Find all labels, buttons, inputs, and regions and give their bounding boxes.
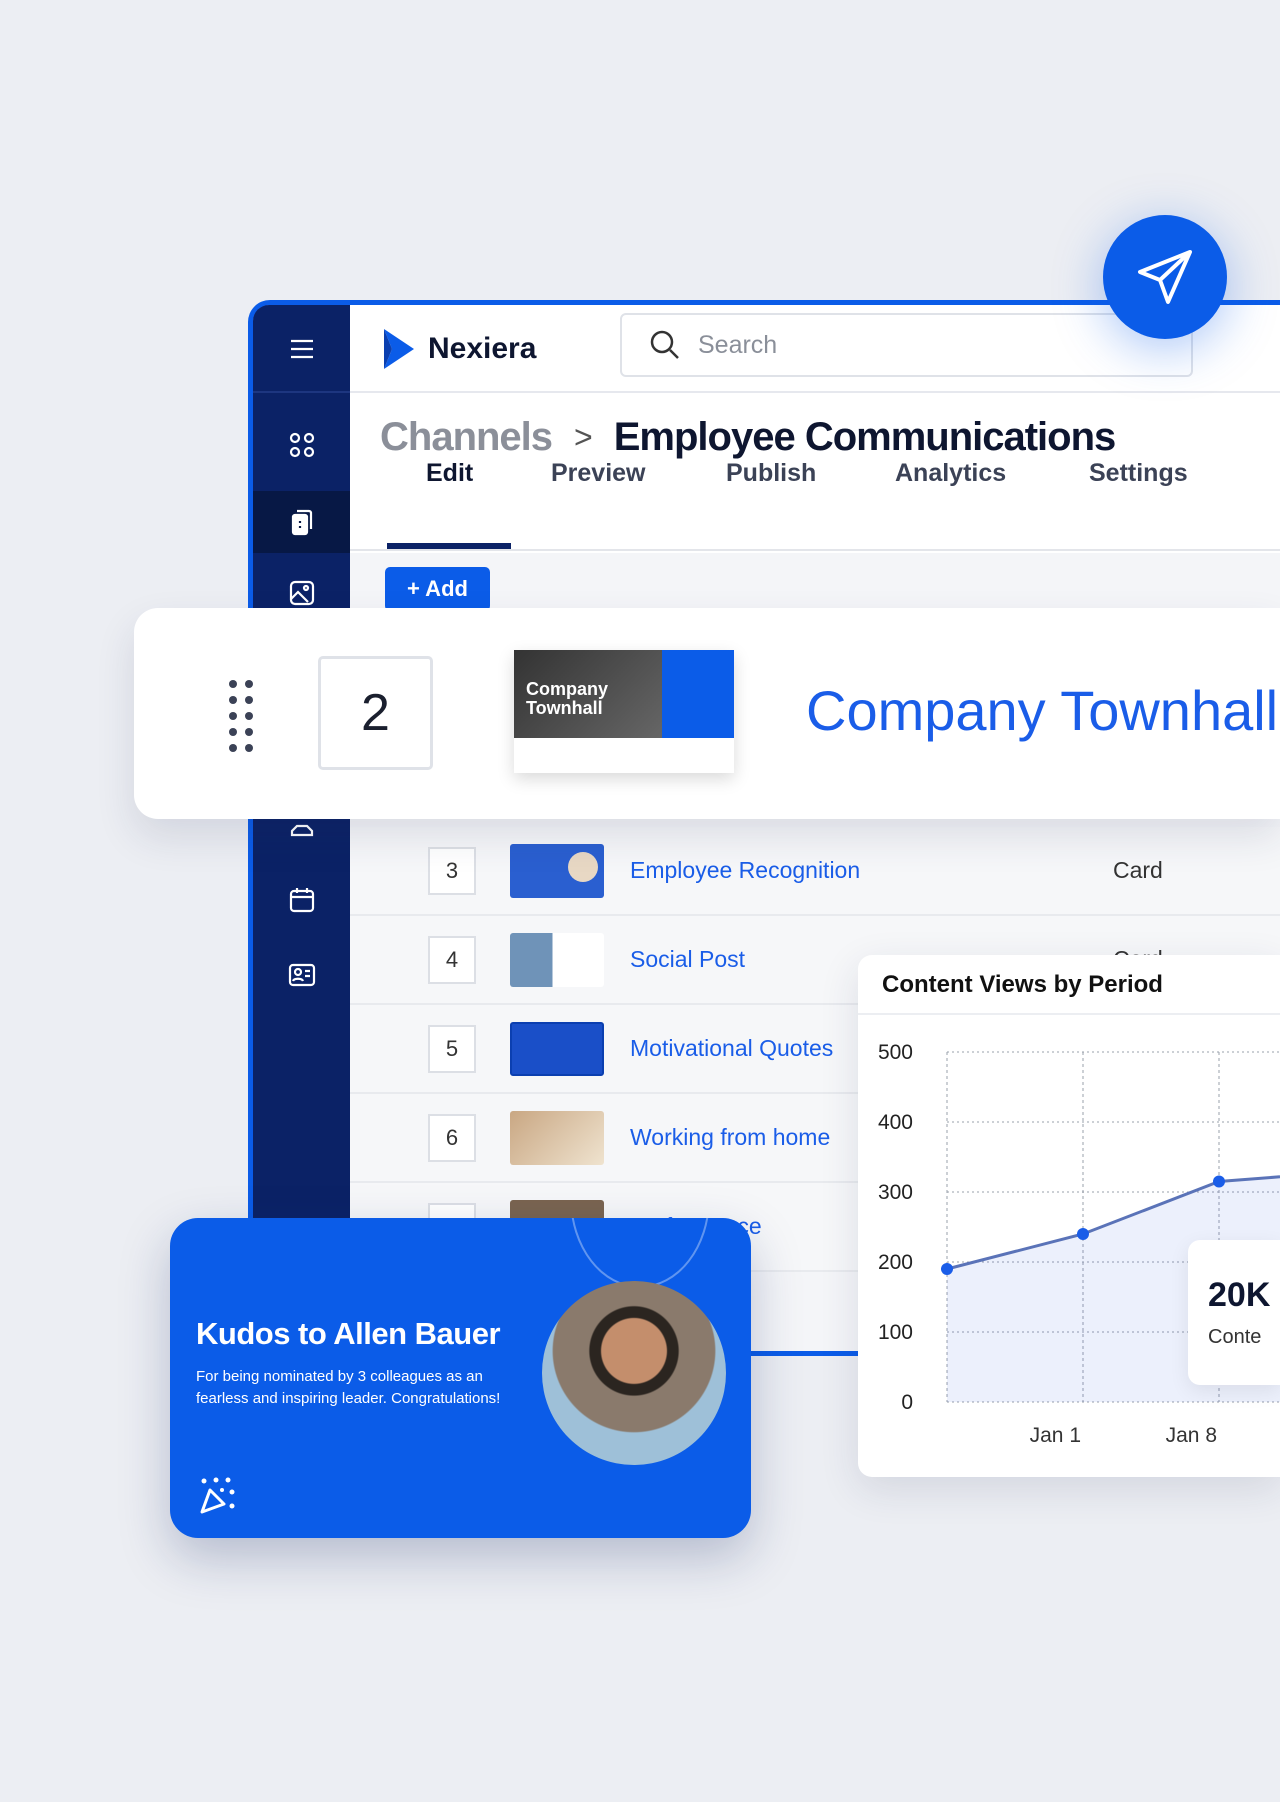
data-point: [941, 1263, 953, 1275]
avatar: [542, 1281, 726, 1465]
thumbnail-title: Company Townhall: [526, 679, 609, 718]
page-title: Employee Communications: [613, 415, 1117, 459]
item-number: 3: [428, 847, 476, 895]
chart-card: Content Views by Period 500 400 300 200 100 0…: [858, 955, 1280, 1477]
y-tick-label: 300: [878, 1181, 913, 1204]
logo-chevron-icon: [384, 329, 414, 369]
contact-card-icon[interactable]: [253, 947, 350, 1003]
item-thumbnail: [510, 844, 604, 898]
list-item[interactable]: 3 Employee Recognition Card: [350, 827, 1280, 916]
grid-icon[interactable]: [253, 417, 350, 473]
document-icon[interactable]: [253, 491, 350, 553]
data-point: [1213, 1175, 1225, 1188]
y-tick-label: 200: [878, 1251, 913, 1274]
item-thumbnail: [510, 1111, 604, 1165]
tab-preview[interactable]: Preview: [551, 459, 646, 488]
breadcrumb-separator: >: [574, 419, 593, 455]
brand-name: Nexiera: [428, 332, 537, 365]
paper-plane-icon: [1138, 250, 1192, 304]
calendar-icon[interactable]: [253, 872, 350, 928]
kudos-message: For being nominated by 3 colleagues as a…: [196, 1368, 501, 1407]
y-tick-label: 400: [878, 1111, 913, 1134]
x-tick-label: Jan 8: [1166, 1424, 1217, 1447]
item-number: 4: [428, 936, 476, 984]
y-tick-label: 100: [878, 1321, 913, 1344]
stat-card: 20K Conte: [1188, 1240, 1280, 1385]
kudos-title: Kudos to Allen Bauer: [196, 1316, 501, 1351]
party-popper-icon: [200, 1477, 235, 1514]
item-title[interactable]: Company Townhall: [806, 678, 1278, 743]
item-type: Card: [1113, 857, 1163, 883]
tab-analytics[interactable]: Analytics: [895, 459, 1006, 488]
stat-value: 20K: [1208, 1276, 1271, 1314]
item-number: 6: [428, 1114, 476, 1162]
kudos-card[interactable]: Kudos to Allen Bauer For being nominated…: [170, 1218, 751, 1538]
chart-title: Content Views by Period: [882, 971, 1163, 998]
featured-item-card[interactable]: 2 Company Townhall Company Townhall: [134, 608, 1280, 819]
sidebar: [253, 305, 350, 1351]
logo[interactable]: Nexiera: [380, 327, 536, 371]
item-number: 2: [318, 656, 433, 770]
y-tick-label: 500: [878, 1041, 913, 1064]
search-icon: [650, 330, 679, 359]
data-point: [1077, 1228, 1089, 1240]
item-title[interactable]: Employee Recognition: [630, 857, 860, 884]
search-placeholder: Search: [698, 330, 778, 359]
stat-label: Conte: [1208, 1326, 1262, 1348]
tab-settings[interactable]: Settings: [1089, 459, 1188, 488]
tab-divider: [350, 549, 1280, 551]
send-button[interactable]: [1103, 215, 1227, 339]
item-number: 5: [428, 1025, 476, 1073]
tab-publish[interactable]: Publish: [726, 459, 816, 488]
menu-icon[interactable]: [253, 321, 350, 377]
drag-handle-icon[interactable]: [228, 680, 254, 752]
item-title[interactable]: Working from home: [630, 1124, 830, 1151]
item-thumbnail: [510, 933, 604, 987]
item-title[interactable]: Social Post: [630, 946, 745, 973]
breadcrumb-parent[interactable]: Channels: [380, 415, 553, 460]
tab-edit[interactable]: Edit: [426, 459, 473, 488]
x-tick-label: Jan 1: [1030, 1424, 1081, 1447]
item-thumbnail: [510, 1022, 604, 1076]
item-title[interactable]: Motivational Quotes: [630, 1035, 833, 1062]
item-thumbnail: Company Townhall: [514, 650, 734, 773]
search-input[interactable]: Search: [620, 313, 1193, 377]
add-button[interactable]: + Add: [385, 567, 490, 611]
y-tick-label: 0: [901, 1391, 913, 1414]
